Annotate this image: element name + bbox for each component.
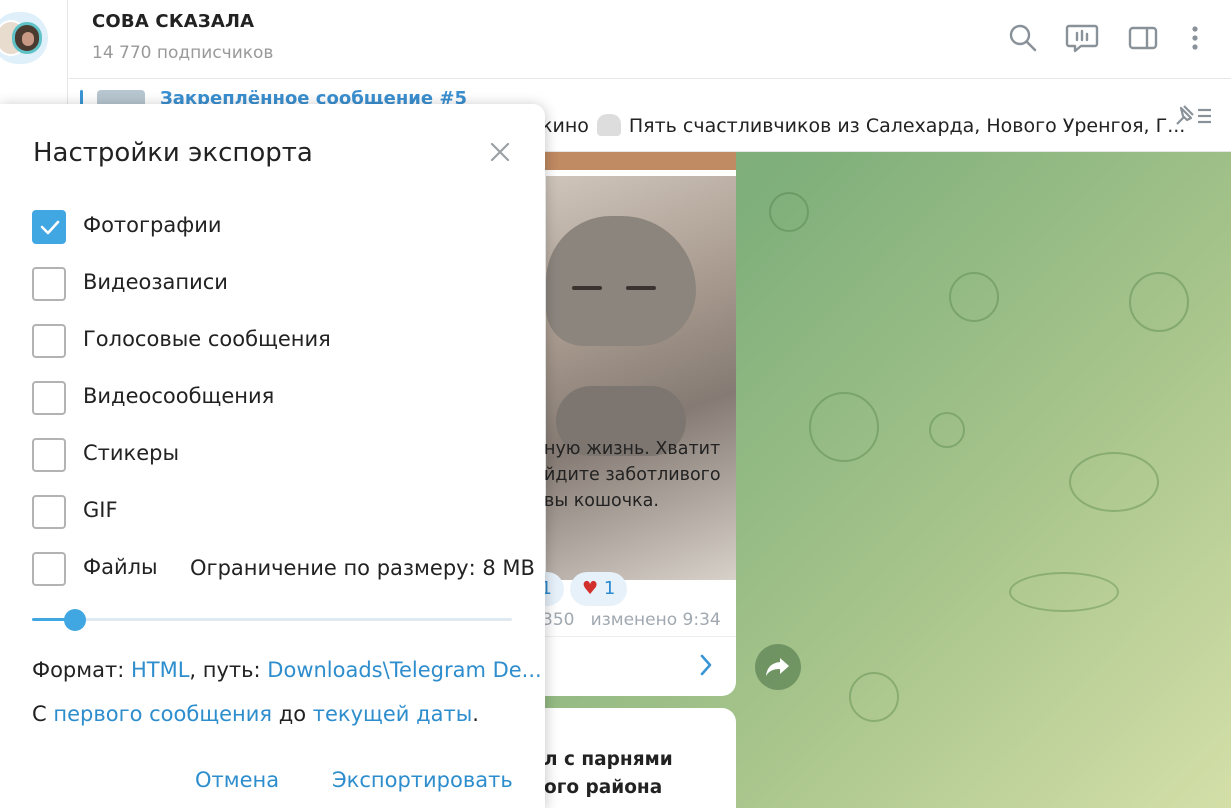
range-prefix: С	[32, 702, 47, 726]
search-icon[interactable]	[1005, 20, 1041, 56]
edited-time: изменено 9:34	[590, 610, 721, 630]
chat-header: СОВА СКАЗАЛА 14 770 подписчиков	[69, 0, 1231, 79]
option-label: Стикеры	[83, 441, 180, 465]
share-icon	[766, 658, 789, 676]
cat-eye	[572, 286, 602, 290]
format-row: Формат: HTML, путь: Downloads\Telegram D…	[32, 658, 542, 682]
option-label: Видеозаписи	[83, 270, 228, 294]
avatar-photo	[12, 22, 42, 54]
kiss-icon: ♥	[582, 578, 599, 599]
channel-title[interactable]: СОВА СКАЗАЛА	[92, 11, 254, 32]
message-line: л с парнями	[544, 749, 673, 770]
option-label: GIF	[83, 498, 118, 522]
option-label: Фотографии	[83, 213, 222, 237]
pinned-text-body: Пять счастливчиков из Салехарда, Нового …	[628, 115, 1186, 137]
format-label: Формат:	[32, 658, 125, 682]
message-text: л с парнями ого района	[544, 746, 734, 802]
format-link[interactable]: HTML	[131, 658, 189, 682]
size-slider[interactable]	[32, 618, 512, 621]
close-icon[interactable]	[486, 138, 514, 166]
pinned-list-icon[interactable]	[1171, 102, 1215, 130]
checkbox-checked[interactable]	[32, 210, 66, 244]
path-label: , путь:	[189, 658, 261, 682]
sidebar-toggle-icon[interactable]	[1125, 20, 1161, 56]
chevron-right-icon[interactable]	[698, 652, 714, 678]
reaction-count: 1	[603, 578, 616, 599]
message-line: ого района	[544, 777, 663, 798]
option-label: Видеосообщения	[83, 384, 275, 408]
message-meta: 350 изменено 9:34	[542, 610, 721, 630]
cancel-button[interactable]: Отмена	[195, 768, 279, 792]
subscriber-count: 14 770 подписчиков	[92, 43, 274, 63]
option-label: Голосовые сообщения	[83, 327, 331, 351]
message-line: вы кошочка.	[544, 491, 659, 511]
dialog-title: Настройки экспорта	[33, 138, 313, 168]
range-mid: до	[278, 702, 307, 726]
chat-avatar[interactable]	[0, 12, 48, 64]
live-chat-icon[interactable]	[1064, 20, 1100, 56]
slider-handle[interactable]	[64, 609, 87, 631]
range-suffix: .	[472, 702, 479, 726]
export-button[interactable]: Экспортировать	[332, 768, 513, 792]
checkbox[interactable]	[32, 267, 66, 301]
checkbox[interactable]	[32, 552, 66, 586]
range-start-link[interactable]: первого сообщения	[53, 702, 272, 726]
doodle-pattern	[1009, 572, 1119, 612]
checkbox[interactable]	[32, 324, 66, 358]
message-text: ную жизнь. Хватит йдите заботливого вы к…	[544, 436, 734, 514]
emoji-icon	[596, 114, 621, 136]
more-vertical-icon[interactable]	[1177, 20, 1213, 56]
doodle-pattern	[949, 272, 999, 322]
doodle-pattern	[849, 672, 899, 722]
cat-image	[546, 216, 696, 346]
checkbox[interactable]	[32, 438, 66, 472]
check-icon	[40, 220, 60, 235]
share-button[interactable]	[755, 644, 801, 690]
view-count: 350	[542, 610, 575, 630]
checkbox[interactable]	[32, 495, 66, 529]
size-limit-label: Ограничение по размеру: 8 MB	[190, 556, 535, 580]
message-line: йдите заботливого	[544, 465, 721, 485]
doodle-pattern	[809, 392, 879, 462]
message-line: ную жизнь. Хватит	[544, 439, 721, 459]
export-settings-dialog: Настройки экспорта Фотографии Видеозапис…	[0, 104, 545, 808]
date-range-row: С первого сообщения до текущей даты.	[32, 702, 479, 726]
range-end-link[interactable]: текущей даты	[313, 702, 473, 726]
doodle-pattern	[769, 192, 809, 232]
checkbox[interactable]	[32, 381, 66, 415]
reaction-chip[interactable]: ♥ 1	[570, 572, 628, 606]
doodle-pattern	[929, 412, 965, 448]
doodle-pattern	[1069, 452, 1159, 512]
pinned-text-prefix: кино	[541, 115, 589, 137]
doodle-pattern	[1129, 272, 1189, 332]
message-photo[interactable]	[546, 176, 736, 580]
path-link[interactable]: Downloads\Telegram De...	[267, 658, 541, 682]
pinned-text: кино Пять счастливчиков из Салехарда, Нов…	[541, 114, 1185, 137]
cat-eye	[626, 286, 656, 290]
option-label: Файлы	[83, 555, 158, 579]
